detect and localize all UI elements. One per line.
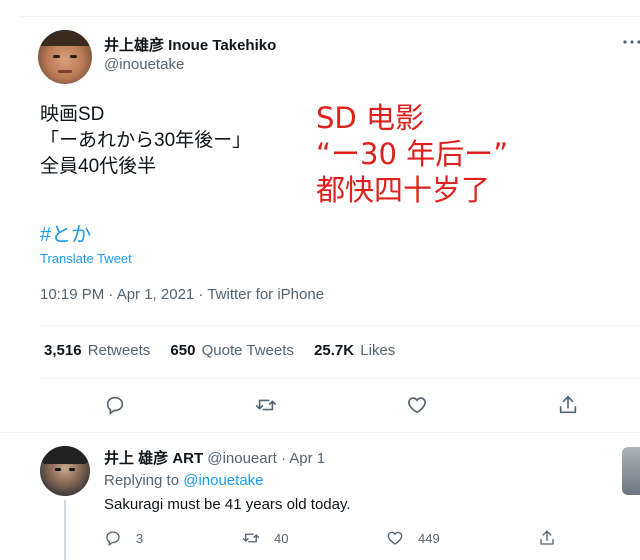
engagement-stats: 3,516 Retweets 650 Quote Tweets 25.7K Li… <box>44 342 411 359</box>
reply-share-button[interactable] <box>538 528 570 548</box>
retweet-icon <box>242 533 260 543</box>
divider <box>0 432 640 433</box>
media-thumbnail[interactable] <box>622 447 640 495</box>
quotes-label: Quote Tweets <box>201 342 294 359</box>
reply-text: Sakuragi must be 41 years old today. <box>104 496 351 513</box>
thread-connector <box>64 500 66 560</box>
replying-to: Replying to @inouetake <box>104 472 264 489</box>
reply-handle-date: @inoueart · Apr 1 <box>207 450 326 467</box>
hashtag-link[interactable]: #とか <box>40 218 91 247</box>
reply-author-avatar[interactable] <box>40 446 90 496</box>
translation-annotation: SD 电影 “ー30 年后ー” 都快四十岁了 <box>316 101 509 207</box>
author-handle[interactable]: @inouetake <box>104 56 184 73</box>
reply-likes-count: 449 <box>418 530 440 546</box>
reply-retweets-count: 40 <box>274 530 289 546</box>
like-icon <box>387 531 403 545</box>
likes-stat[interactable]: 25.7K Likes <box>314 342 411 359</box>
retweets-label: Retweets <box>87 342 151 359</box>
replying-prefix: Replying to <box>104 472 180 489</box>
retweet-icon <box>256 399 276 411</box>
like-icon <box>408 397 426 414</box>
author-avatar[interactable] <box>38 30 92 84</box>
replying-handle-link[interactable]: @inouetake <box>183 472 263 489</box>
reply-like-button[interactable]: 449 <box>386 528 440 548</box>
reply-icon <box>106 531 120 547</box>
quotes-count: 650 <box>170 342 196 359</box>
reply-reply-button[interactable]: 3 <box>104 528 143 548</box>
divider <box>20 16 640 17</box>
quotes-stat[interactable]: 650 Quote Tweets <box>170 342 309 359</box>
author-name[interactable]: 井上雄彦 Inoue Takehiko <box>104 34 276 55</box>
divider <box>40 325 640 326</box>
share-icon <box>559 395 577 414</box>
retweets-count: 3,516 <box>44 342 82 359</box>
reply-author-name: 井上 雄彦 ART <box>104 450 204 467</box>
like-button[interactable] <box>406 394 430 418</box>
retweet-button[interactable] <box>255 394 279 418</box>
likes-label: Likes <box>360 342 396 359</box>
divider <box>40 378 640 379</box>
reply-replies-count: 3 <box>136 530 144 546</box>
reply-author[interactable]: 井上 雄彦 ART @inoueart · Apr 1 <box>104 447 325 468</box>
tweet-detail-view: 井上雄彦 Inoue Takehiko @inouetake 映画SD 「ーあれ… <box>0 0 640 560</box>
reply-icon <box>106 396 124 415</box>
tweet-text: 映画SD 「ーあれから30年後ー」 全員40代後半 <box>40 104 252 177</box>
tweet-timestamp[interactable]: 10:19 PM · Apr 1, 2021 · Twitter for iPh… <box>40 286 324 303</box>
share-icon <box>540 530 554 545</box>
translate-tweet-link[interactable]: Translate Tweet <box>40 251 132 266</box>
retweets-stat[interactable]: 3,516 Retweets <box>44 342 166 359</box>
reply-retweet-button[interactable]: 40 <box>242 528 288 548</box>
share-button[interactable] <box>557 394 581 418</box>
likes-count: 25.7K <box>314 342 355 359</box>
more-options-icon[interactable] <box>622 36 640 48</box>
reply-button[interactable] <box>104 394 128 418</box>
